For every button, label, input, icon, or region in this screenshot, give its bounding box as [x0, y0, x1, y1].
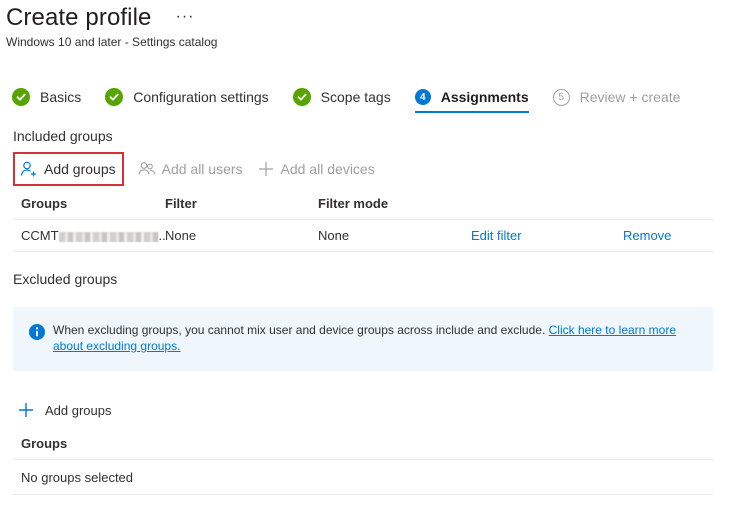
checkmark-icon [105, 88, 124, 106]
more-options-icon[interactable]: ··· [175, 8, 194, 26]
table-header: Groups Filter Filter mode [13, 188, 713, 220]
column-header-groups: Groups [21, 436, 68, 451]
column-header-filter-mode: Filter mode [318, 196, 389, 211]
filter-cell: None [165, 228, 197, 243]
step-configuration-settings[interactable]: Configuration settings [105, 86, 269, 108]
step-label: Configuration settings [133, 89, 269, 105]
add-all-devices-button[interactable]: Add all devices [253, 152, 379, 186]
step-label: Basics [40, 89, 82, 105]
add-groups-button[interactable]: Add groups [13, 152, 124, 186]
step-review-create: 5 Review + create [552, 86, 681, 108]
users-icon [138, 160, 156, 178]
edit-filter-link[interactable]: Edit filter [471, 228, 522, 243]
step-label: Scope tags [320, 89, 391, 105]
add-excluded-groups-button[interactable]: Add groups [17, 398, 112, 422]
table-row: CCMT.. None None Edit filter Remove [13, 220, 713, 252]
plus-icon [257, 160, 275, 178]
step-label: Assignments [440, 89, 529, 105]
redacted-text [58, 231, 159, 242]
page-title: Create profile [6, 4, 152, 31]
column-header-groups: Groups [21, 196, 68, 211]
add-all-devices-label: Add all devices [280, 161, 375, 177]
group-name: CCMT [21, 228, 59, 243]
step-scope-tags[interactable]: Scope tags [292, 86, 391, 108]
checkmark-icon [292, 88, 311, 106]
included-command-bar: Add groups Add all users Add all devices [13, 152, 385, 186]
checkmark-icon [12, 88, 30, 106]
add-groups-label: Add groups [44, 161, 116, 177]
included-groups-table: Groups Filter Filter mode CCMT.. None No… [13, 188, 713, 252]
add-groups-label: Add groups [45, 402, 112, 418]
add-person-icon [20, 160, 38, 178]
page-header: Create profile ··· [6, 4, 194, 32]
excluded-groups-heading: Excluded groups [13, 271, 118, 287]
info-banner: When excluding groups, you cannot mix us… [13, 307, 713, 371]
empty-row: No groups selected [13, 460, 713, 495]
empty-message: No groups selected [21, 469, 134, 485]
table-header: Groups [13, 428, 713, 460]
step-assignments[interactable]: 4 Assignments [414, 86, 529, 113]
plus-icon [17, 401, 35, 419]
column-header-filter: Filter [165, 196, 197, 211]
remove-link[interactable]: Remove [623, 228, 671, 243]
step-number-badge: 5 [552, 88, 570, 106]
page-subtitle: Windows 10 and later - Settings catalog [6, 35, 218, 49]
wizard-steps: Basics Configuration settings Scope tags… [12, 86, 704, 116]
excluded-groups-table: Groups No groups selected [13, 428, 713, 495]
add-all-users-button[interactable]: Add all users [134, 152, 247, 186]
info-text: When excluding groups, you cannot mix us… [53, 323, 549, 337]
included-groups-heading: Included groups [13, 128, 113, 144]
filter-mode-cell: None [318, 228, 350, 243]
add-all-users-label: Add all users [161, 161, 243, 177]
group-name-cell: CCMT.. [13, 228, 165, 243]
step-basics[interactable]: Basics [12, 86, 81, 108]
step-number-badge: 4 [414, 89, 431, 105]
info-icon [29, 324, 45, 340]
step-label: Review + create [579, 89, 681, 105]
